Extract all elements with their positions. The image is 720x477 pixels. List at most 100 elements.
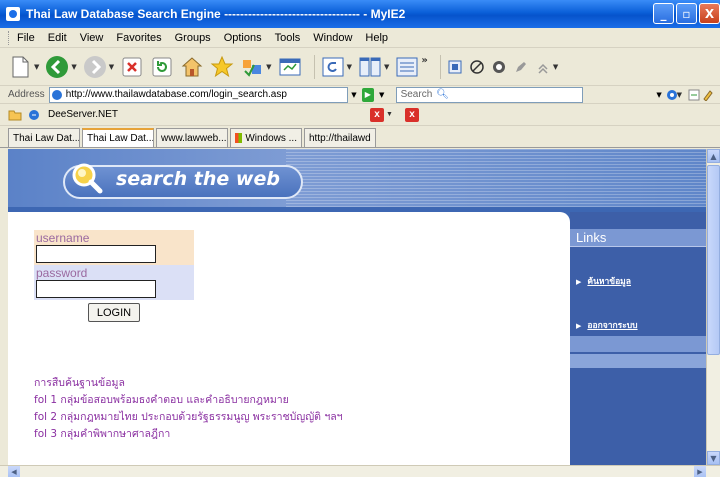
address-bar: Address http://www.thailawdatabase.com/l… — [0, 86, 720, 104]
sidebar-band — [570, 336, 706, 352]
undo-close-icon[interactable] — [321, 55, 345, 79]
address-input[interactable]: http://www.thailawdatabase.com/login_sea… — [48, 86, 348, 103]
sidebar-link-search[interactable]: ▶ ค้นหาข้อมูล — [576, 274, 631, 288]
bookmark-arrow-icon[interactable] — [535, 55, 551, 79]
toolbar-grip[interactable] — [8, 30, 11, 45]
forward-dropdown-icon[interactable]: ▼ — [109, 63, 114, 71]
block-popup-icon[interactable] — [447, 55, 463, 79]
menu-favorites[interactable]: Favorites — [116, 32, 161, 44]
title-bar: Thai Law Database Search Engine --------… — [0, 0, 720, 28]
database-description: การสืบค้นฐานข้อมูล fol 1 กลุ่มข้อสอบพร้อ… — [34, 375, 343, 443]
menu-edit[interactable]: Edit — [48, 32, 67, 44]
undo-dropdown-icon[interactable]: ▼ — [347, 63, 352, 71]
page-viewport: search the web username password LOGIN ก… — [8, 149, 706, 465]
tab-windows[interactable]: Windows ... — [230, 128, 302, 147]
links-bar: DeeServer.NET x ▼ x — [0, 104, 720, 126]
block-activex-icon[interactable] — [491, 55, 507, 79]
window-view-icon[interactable] — [278, 55, 302, 79]
tab-thai-law-2[interactable]: Thai Law Dat... — [82, 128, 154, 147]
menu-groups[interactable]: Groups — [175, 32, 211, 44]
back-icon[interactable] — [45, 55, 69, 79]
forward-icon[interactable] — [83, 55, 107, 79]
page-globe-icon — [51, 89, 62, 100]
close-all-red-icon[interactable]: x — [404, 107, 419, 122]
link-arrow-icon: ▶ — [576, 322, 582, 330]
groups-icon[interactable] — [240, 55, 264, 79]
banner-stripes — [286, 149, 706, 207]
tab-lawweb[interactable]: www.lawweb... — [156, 128, 228, 147]
scroll-left-icon[interactable]: ◀ — [8, 466, 20, 477]
scroll-down-icon[interactable]: ▼ — [707, 451, 720, 465]
folder-2-text: fol 2 กลุ่มกฎหมายไทย ประกอบด้วยรัฐธรรมนู… — [34, 411, 343, 423]
tile-dropdown-icon[interactable]: ▼ — [384, 63, 389, 71]
new-page-icon[interactable] — [8, 55, 32, 79]
links-sidebar: Links ▶ ค้นหาข้อมูล ▶ ออกจากระบบ — [570, 212, 706, 465]
menu-bar: File Edit View Favorites Groups Options … — [0, 28, 720, 48]
more-tools-chevron-icon[interactable]: » — [421, 55, 427, 66]
maximize-button[interactable]: ▫ — [676, 3, 697, 24]
folder-3-text: fol 3 กลุ่มคำพิพากษาศาลฎีกา — [34, 428, 171, 440]
menu-file[interactable]: File — [17, 32, 35, 44]
close-dropdown-icon[interactable]: ▼ — [386, 111, 393, 118]
login-button[interactable]: LOGIN — [88, 303, 140, 322]
username-input[interactable] — [36, 245, 156, 263]
scroll-thumb[interactable] — [707, 165, 720, 355]
minimize-button[interactable]: _ — [653, 3, 674, 24]
sidebar-band — [570, 354, 706, 368]
menu-options[interactable]: Options — [224, 32, 262, 44]
menu-help[interactable]: Help — [365, 32, 388, 44]
search-banner: search the web — [8, 149, 706, 207]
close-tab-red-icon[interactable]: x — [370, 107, 385, 122]
deeserver-link[interactable]: DeeServer.NET — [48, 109, 118, 120]
go-icon[interactable]: ▶ — [361, 87, 374, 102]
address-label: Address — [8, 89, 45, 100]
page-link-icon[interactable] — [28, 109, 42, 121]
search-icon[interactable]: 🔍︎ — [436, 89, 449, 100]
refresh-icon[interactable] — [150, 55, 174, 79]
sidebar-link-logout-label[interactable]: ออกจากระบบ — [587, 321, 637, 331]
favorites-star-icon[interactable] — [210, 55, 234, 79]
search-engine-dropdown-icon[interactable]: ▼ — [677, 91, 682, 99]
extras-dropdown-icon[interactable]: ▼ — [553, 63, 558, 71]
content-card: username password LOGIN การสืบค้นฐานข้อม… — [8, 212, 570, 465]
search-dropdown-icon[interactable]: ▼ — [653, 87, 665, 103]
database-heading: การสืบค้นฐานข้อมูล — [34, 377, 125, 389]
groups-dropdown-icon[interactable]: ▼ — [266, 63, 271, 71]
toolbar-separator — [439, 54, 441, 79]
scroll-up-icon[interactable]: ▲ — [707, 149, 720, 163]
password-input[interactable] — [36, 280, 156, 298]
tile-windows-icon[interactable] — [358, 55, 382, 79]
find-on-page-icon[interactable] — [702, 87, 714, 103]
window-title: Thai Law Database Search Engine --------… — [26, 7, 406, 21]
tab-thailawd[interactable]: http://thailawd — [304, 128, 376, 147]
browser-logo-icon — [6, 7, 20, 21]
window-controls: _ ▫ X — [653, 3, 720, 24]
menu-view[interactable]: View — [80, 32, 104, 44]
menu-window[interactable]: Window — [313, 32, 352, 44]
folder-1-text: fol 1 กลุ่มข้อสอบพร้อมธงคำตอบ และคำอธิบา… — [34, 394, 289, 406]
address-dropdown-icon[interactable]: ▼ — [348, 87, 360, 103]
address-url[interactable]: http://www.thailawdatabase.com/login_sea… — [66, 89, 287, 100]
tab-thai-law-1[interactable]: Thai Law Dat... — [8, 128, 80, 147]
home-icon[interactable] — [180, 55, 204, 79]
stop-icon[interactable] — [120, 55, 144, 79]
menu-tools[interactable]: Tools — [275, 32, 301, 44]
pen-icon[interactable] — [513, 55, 529, 79]
new-page-dropdown-icon[interactable]: ▼ — [34, 63, 39, 71]
search-input[interactable]: Search 🔍︎ — [395, 86, 584, 103]
highlight-icon[interactable] — [688, 87, 700, 103]
block-flash-icon[interactable] — [469, 55, 485, 79]
cascade-windows-icon[interactable] — [395, 55, 419, 79]
vertical-scrollbar[interactable]: ▲ ▼ — [706, 149, 720, 465]
folder-icon[interactable] — [8, 109, 22, 121]
scroll-right-icon[interactable]: ▶ — [694, 466, 706, 477]
horizontal-scrollbar[interactable]: ◀ ▶ — [0, 465, 720, 477]
go-dropdown-icon[interactable]: ▼ — [376, 87, 388, 103]
close-button[interactable]: X — [699, 3, 720, 24]
magnifier-icon — [72, 163, 103, 194]
back-dropdown-icon[interactable]: ▼ — [71, 63, 76, 71]
sidebar-link-search-label[interactable]: ค้นหาข้อมูล — [587, 277, 631, 287]
sidebar-link-logout[interactable]: ▶ ออกจากระบบ — [576, 318, 638, 332]
windows-logo-icon — [235, 133, 243, 143]
main-toolbar: ▼ ▼ ▼ ▼ ▼ ▼ » ▼ — [0, 48, 720, 86]
